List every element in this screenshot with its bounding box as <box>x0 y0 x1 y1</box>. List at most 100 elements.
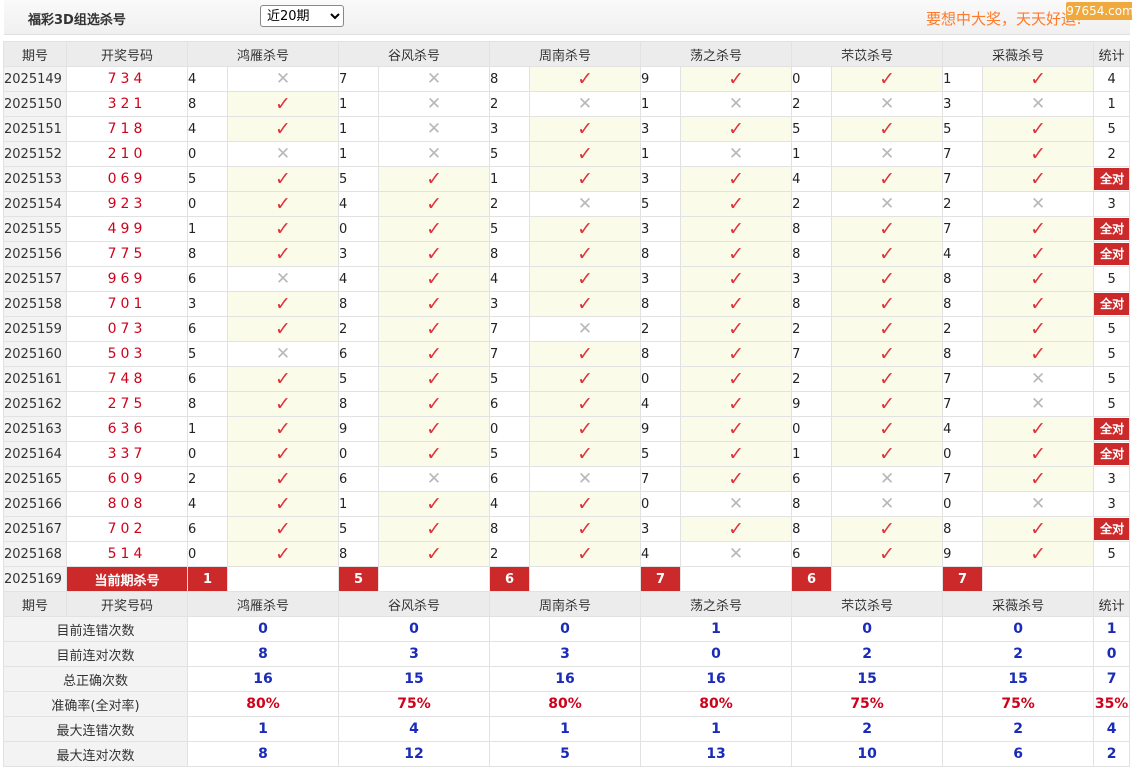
wrong-mark-cell: ✕ <box>529 91 642 117</box>
correct-mark-cell: ✓ <box>982 316 1095 342</box>
correct-mark-cell: ✓ <box>378 491 491 517</box>
wrong-mark-cell: ✕ <box>378 91 491 117</box>
correct-mark-cell: ✓ <box>529 366 642 392</box>
check-icon: ✓ <box>426 318 442 340</box>
cross-icon: ✕ <box>577 94 593 114</box>
wrong-mark-cell: ✕ <box>378 141 491 167</box>
correct-mark-cell: ✓ <box>982 441 1095 467</box>
check-icon: ✓ <box>1030 343 1047 365</box>
draw-number-cell: 514 <box>66 541 188 567</box>
stat-count: 3 <box>1107 496 1116 512</box>
correct-mark-cell: ✓ <box>831 316 944 342</box>
kill-number-cell: 8 <box>640 291 682 317</box>
correct-mark-cell: ✓ <box>982 266 1095 292</box>
check-icon: ✓ <box>1030 68 1047 90</box>
wrong-mark-cell: ✕ <box>982 391 1095 417</box>
check-icon: ✓ <box>879 118 896 140</box>
summary-value: 15 <box>942 666 1095 692</box>
check-icon: ✓ <box>275 193 291 215</box>
stat-cell: 3 <box>1093 191 1131 217</box>
check-icon: ✓ <box>1030 543 1047 565</box>
check-icon: ✓ <box>426 518 442 540</box>
check-icon: ✓ <box>275 468 291 490</box>
cross-icon: ✕ <box>879 469 895 489</box>
table-row: 2025159 073 6 ✓ 2 ✓ 7 ✕ 2 ✓ 2 ✓ 2 ✓ 5 <box>3 316 1131 342</box>
kill-number-cell: 3 <box>640 166 682 192</box>
kill-number-cell: 8 <box>187 241 228 267</box>
header-expert: 芣苡杀号 <box>791 591 944 617</box>
table-body: 2025149 734 4 ✕ 7 ✕ 8 ✓ 9 ✓ 0 ✓ 1 ✓ 4 2025150 321 8 ✓ 1 ✕ 2 ✕ 1… <box>3 66 1131 767</box>
current-stat-empty <box>1093 566 1131 592</box>
stat-count: 4 <box>1107 71 1116 87</box>
kill-number-cell: 5 <box>489 366 531 392</box>
summary-value: 1 <box>640 616 793 642</box>
current-kill-number: 7 <box>640 566 682 592</box>
kill-number-cell: 1 <box>640 141 682 167</box>
current-kill-number: 6 <box>791 566 833 592</box>
wrong-mark-cell: ✕ <box>226 341 340 367</box>
correct-mark-cell: ✓ <box>226 166 340 192</box>
wrong-mark-cell: ✕ <box>226 66 340 92</box>
correct-mark-cell: ✓ <box>982 166 1095 192</box>
wrong-mark-cell: ✕ <box>529 191 642 217</box>
current-kill-number: 6 <box>489 566 531 592</box>
summary-row: 目前连对次数 8 3 3 0 2 2 0 <box>3 641 1131 667</box>
stat-cell: 全对 <box>1093 166 1131 192</box>
check-icon: ✓ <box>275 243 291 265</box>
header-stat: 统计 <box>1093 41 1131 67</box>
header-expert: 谷风杀号 <box>338 41 491 67</box>
correct-mark-cell: ✓ <box>226 491 340 517</box>
check-icon: ✓ <box>275 118 291 140</box>
draw-number-cell: 748 <box>66 366 188 392</box>
correct-mark-cell: ✓ <box>226 191 340 217</box>
correct-mark-cell: ✓ <box>226 466 340 492</box>
issue-cell: 2025163 <box>3 416 67 442</box>
kill-number-cell: 0 <box>187 191 228 217</box>
check-icon: ✓ <box>577 368 593 390</box>
correct-mark-cell: ✓ <box>680 466 793 492</box>
kill-number-cell: 4 <box>640 391 682 417</box>
check-icon: ✓ <box>1030 243 1047 265</box>
correct-mark-cell: ✓ <box>831 166 944 192</box>
current-kill-label: 当前期杀号 <box>66 566 188 592</box>
wrong-mark-cell: ✕ <box>982 491 1095 517</box>
check-icon: ✓ <box>577 443 593 465</box>
kill-number-cell: 8 <box>489 66 531 92</box>
summary-value: 0 <box>489 616 642 642</box>
summary-value: 1 <box>640 716 793 742</box>
wrong-mark-cell: ✕ <box>982 191 1095 217</box>
header-expert: 荡之杀号 <box>640 591 793 617</box>
check-icon: ✓ <box>879 518 896 540</box>
check-icon: ✓ <box>728 443 745 465</box>
kill-number-cell: 3 <box>489 291 531 317</box>
cross-icon: ✕ <box>275 144 291 164</box>
stat-cell: 3 <box>1093 466 1131 492</box>
cross-icon: ✕ <box>728 94 744 114</box>
correct-mark-cell: ✓ <box>831 341 944 367</box>
kill-number-cell: 7 <box>942 466 984 492</box>
kill-number-cell: 6 <box>489 466 531 492</box>
kill-number-cell: 3 <box>338 241 380 267</box>
correct-mark-cell: ✓ <box>529 341 642 367</box>
kill-number-cell: 0 <box>942 441 984 467</box>
correct-mark-cell: ✓ <box>831 516 944 542</box>
kill-number-cell: 1 <box>489 166 531 192</box>
correct-mark-cell: ✓ <box>378 391 491 417</box>
current-empty-cell <box>982 566 1095 592</box>
table-row: 2025158 701 3 ✓ 8 ✓ 3 ✓ 8 ✓ 8 ✓ 8 ✓ 全对 <box>3 291 1131 317</box>
correct-mark-cell: ✓ <box>982 141 1095 167</box>
check-icon: ✓ <box>879 543 896 565</box>
correct-mark-cell: ✓ <box>529 516 642 542</box>
cross-icon: ✕ <box>879 144 895 164</box>
correct-mark-cell: ✓ <box>680 216 793 242</box>
check-icon: ✓ <box>577 343 593 365</box>
table-row: 2025162 275 8 ✓ 8 ✓ 6 ✓ 4 ✓ 9 ✓ 7 ✕ 5 <box>3 391 1131 417</box>
check-icon: ✓ <box>879 443 896 465</box>
kill-number-cell: 0 <box>187 141 228 167</box>
period-select[interactable]: 近20期 <box>260 5 344 27</box>
summary-value: 3 <box>338 641 491 667</box>
check-icon: ✓ <box>728 418 745 440</box>
kill-number-cell: 9 <box>338 416 380 442</box>
issue-cell: 2025157 <box>3 266 67 292</box>
kill-number-cell: 7 <box>338 66 380 92</box>
